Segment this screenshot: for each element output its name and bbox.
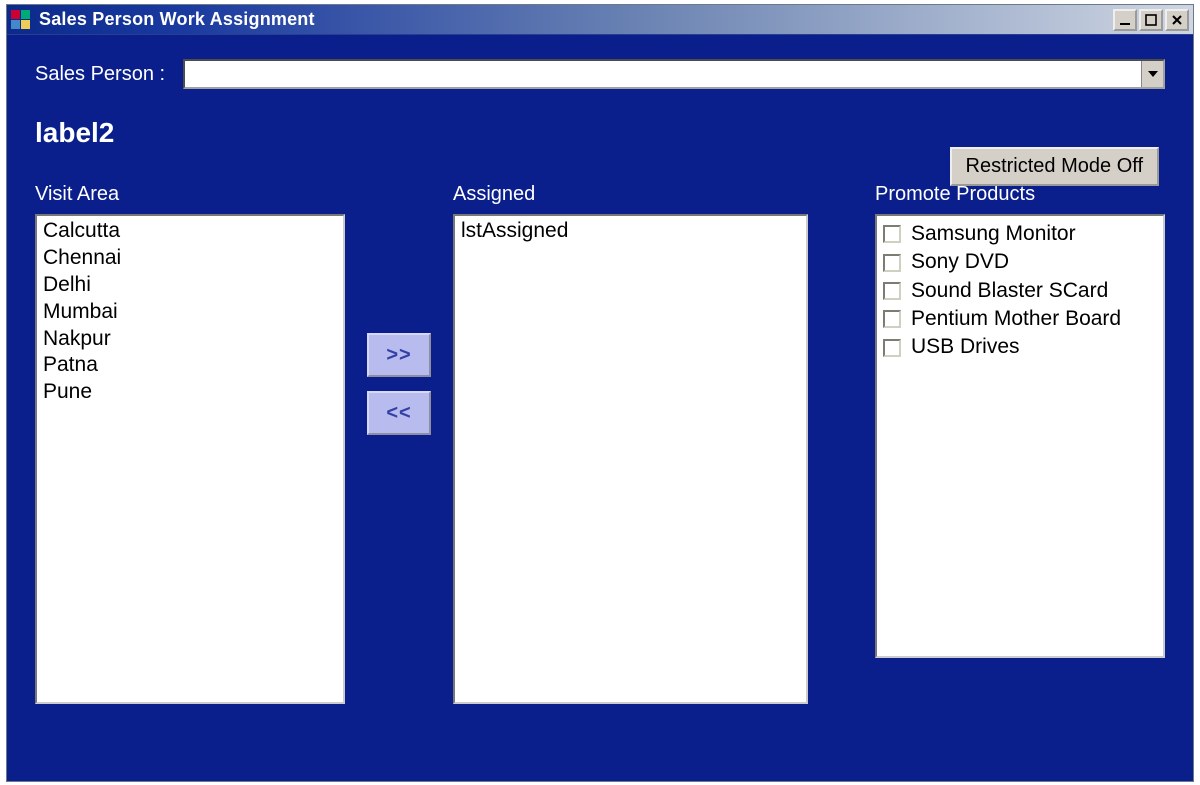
list-item[interactable]: Nakpur <box>43 326 337 353</box>
maximize-icon <box>1145 14 1157 26</box>
close-icon <box>1171 14 1183 26</box>
promote-products-label: Promote Products <box>875 183 1165 206</box>
sales-person-input[interactable] <box>185 61 1141 87</box>
list-item[interactable]: lstAssigned <box>461 218 800 245</box>
chevron-down-icon <box>1148 71 1158 77</box>
minimize-button[interactable] <box>1113 9 1137 31</box>
client-area: Sales Person : label2 Restricted Mode Of… <box>7 35 1193 781</box>
check-list-label: Sony DVD <box>911 248 1009 276</box>
checkbox[interactable] <box>883 339 901 357</box>
check-list-label: Samsung Monitor <box>911 220 1076 248</box>
check-list-item[interactable]: Sony DVD <box>883 248 1157 276</box>
close-button[interactable] <box>1165 9 1189 31</box>
assigned-column: Assigned lstAssigned <box>453 183 808 704</box>
visit-area-column: Visit Area CalcuttaChennaiDelhiMumbaiNak… <box>35 183 345 704</box>
visit-area-listbox[interactable]: CalcuttaChennaiDelhiMumbaiNakpurPatnaPun… <box>35 214 345 704</box>
titlebar[interactable]: Sales Person Work Assignment <box>7 5 1193 35</box>
check-list-item[interactable]: Pentium Mother Board <box>883 305 1157 333</box>
columns: Visit Area CalcuttaChennaiDelhiMumbaiNak… <box>35 183 1165 703</box>
app-icon <box>11 10 31 30</box>
maximize-button[interactable] <box>1139 9 1163 31</box>
label2: label2 <box>35 117 1165 149</box>
move-buttons-column: >> << <box>345 183 453 435</box>
check-list-label: Sound Blaster SCard <box>911 277 1108 305</box>
minimize-icon <box>1119 14 1131 26</box>
list-item[interactable]: Patna <box>43 352 337 379</box>
visit-area-label: Visit Area <box>35 183 345 206</box>
list-item[interactable]: Mumbai <box>43 299 337 326</box>
checkbox[interactable] <box>883 282 901 300</box>
check-list-item[interactable]: USB Drives <box>883 333 1157 361</box>
move-left-button[interactable]: << <box>367 391 431 435</box>
list-item[interactable]: Calcutta <box>43 218 337 245</box>
sales-person-label: Sales Person : <box>35 63 165 86</box>
check-list-label: USB Drives <box>911 333 1020 361</box>
app-window: Sales Person Work Assignment Sales Perso… <box>6 4 1194 782</box>
restricted-mode-button[interactable]: Restricted Mode Off <box>950 147 1159 186</box>
sales-person-row: Sales Person : <box>35 59 1165 89</box>
combo-drop-button[interactable] <box>1141 61 1163 87</box>
assigned-listbox[interactable]: lstAssigned <box>453 214 808 704</box>
checkbox[interactable] <box>883 254 901 272</box>
checkbox[interactable] <box>883 225 901 243</box>
checkbox[interactable] <box>883 310 901 328</box>
promote-products-column: Promote Products Samsung MonitorSony DVD… <box>875 183 1165 658</box>
list-item[interactable]: Delhi <box>43 272 337 299</box>
promote-products-listbox[interactable]: Samsung MonitorSony DVDSound Blaster SCa… <box>875 214 1165 658</box>
list-item[interactable]: Pune <box>43 379 337 406</box>
check-list-item[interactable]: Sound Blaster SCard <box>883 277 1157 305</box>
check-list-label: Pentium Mother Board <box>911 305 1121 333</box>
assigned-label: Assigned <box>453 183 808 206</box>
check-list-item[interactable]: Samsung Monitor <box>883 220 1157 248</box>
list-item[interactable]: Chennai <box>43 245 337 272</box>
window-title: Sales Person Work Assignment <box>39 9 1113 30</box>
move-right-button[interactable]: >> <box>367 333 431 377</box>
sales-person-combo[interactable] <box>183 59 1165 89</box>
window-controls <box>1113 9 1189 31</box>
